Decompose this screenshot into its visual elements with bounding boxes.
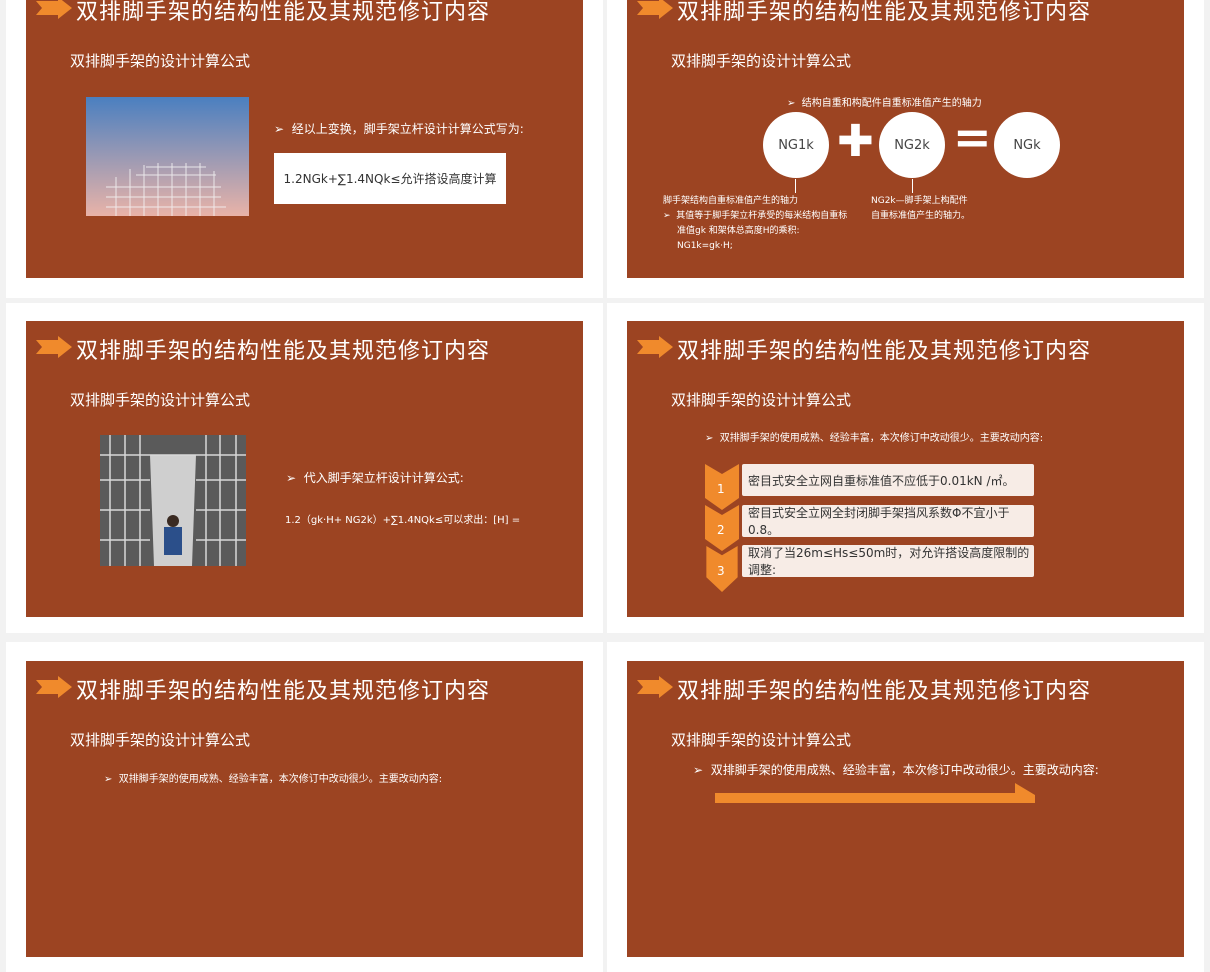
right-note-line2: 自重标准值产生的轴力。 — [871, 211, 971, 221]
slide-title: 双排脚手架的结构性能及其规范修订内容 — [76, 679, 491, 704]
slide-title: 双排脚手架的结构性能及其规范修订内容 — [677, 0, 1092, 25]
arrow-icon — [36, 0, 72, 19]
slide-title: 双排脚手架的结构性能及其规范修订内容 — [677, 339, 1092, 364]
bullet-text: ➢ 代入脚手架立杆设计计算公式: — [286, 471, 464, 485]
slide-title: 双排脚手架的结构性能及其规范修订内容 — [76, 339, 491, 364]
orange-arrow-banner — [715, 783, 1035, 803]
slide-thumbnail-6[interactable]: 双排脚手架的结构性能及其规范修订内容 双排脚手架的设计计算公式 ➢ 双排脚手架的… — [627, 661, 1184, 957]
step-number-2: 2 — [717, 523, 725, 537]
top-note: ➢ 结构自重和构配件自重标准值产生的轴力 — [787, 98, 982, 109]
slide-title: 双排脚手架的结构性能及其规范修订内容 — [677, 679, 1092, 704]
step-item-1: 密目式安全立网自重标准值不应低于0.01kN /㎡。 — [742, 464, 1034, 496]
left-note-line2: 准值gk 和架体总高度H的乘积: — [677, 226, 800, 236]
slide-thumbnail-4[interactable]: 双排脚手架的结构性能及其规范修订内容 双排脚手架的设计计算公式 ➢ 双排脚手架的… — [627, 321, 1184, 617]
bullet-text: ➢ 经以上变换，脚手架立杆设计计算公式写为: — [274, 122, 524, 136]
formula-text: 1.2（gk·H+ NG2k）+∑1.4NQk≤可以求出：[H] = — [285, 515, 521, 526]
bullet-text: ➢ 双排脚手架的使用成熟、经验丰富，本次修订中改动很少。主要改动内容: — [705, 433, 1044, 444]
left-note-line3: NG1k=gk·H; — [677, 241, 733, 251]
formula-box: 1.2NGk+∑1.4NQk≤允许搭设高度计算 — [274, 153, 506, 204]
bullet-text: ➢ 双排脚手架的使用成熟、经验丰富，本次修订中改动很少。主要改动内容: — [104, 774, 443, 785]
slide-subtitle: 双排脚手架的设计计算公式 — [671, 52, 852, 70]
circle-ng2k: NG2k — [879, 112, 945, 178]
arrow-icon — [637, 676, 673, 698]
slide-title: 双排脚手架的结构性能及其规范修订内容 — [76, 0, 491, 25]
scaffold-photo — [86, 97, 249, 216]
slide-thumbnail-3[interactable]: 双排脚手架的结构性能及其规范修订内容 双排脚手架的设计计算公式 ➢ 代入脚手架立… — [26, 321, 583, 617]
left-note: 脚手架结构自重标准值产生的轴力 ➢ 其值等于脚手架立杆承受的每米结构自重标 准值… — [663, 194, 847, 254]
arrow-icon — [36, 336, 72, 358]
arrow-icon — [637, 336, 673, 358]
arrow-down-1 — [795, 179, 796, 193]
right-note: NG2k—脚手架上构配件 自重标准值产生的轴力。 — [871, 194, 970, 224]
step-text-1: 密目式安全立网自重标准值不应低于0.01kN /㎡。 — [748, 473, 1015, 488]
arrow-down-2 — [912, 179, 913, 193]
step-item-3: 取消了当26m≤Hs≤50m时，对允许搭设高度限制的调整: — [742, 545, 1034, 577]
slide-subtitle: 双排脚手架的设计计算公式 — [70, 52, 251, 70]
equals-icon: = — [953, 110, 992, 164]
left-note-title: 脚手架结构自重标准值产生的轴力 — [663, 196, 799, 206]
slide-thumbnail-1[interactable]: 双排脚手架的结构性能及其规范修订内容 双排脚手架的设计计算公式 ➢ 经以上变换，… — [26, 0, 583, 278]
scaffold-corridor-photo — [100, 435, 246, 566]
step-text-3: 取消了当26m≤Hs≤50m时，对允许搭设高度限制的调整: — [748, 546, 1030, 577]
slide-subtitle: 双排脚手架的设计计算公式 — [70, 391, 251, 409]
plus-icon: ✚ — [837, 116, 874, 167]
circle-ng1k: NG1k — [763, 112, 829, 178]
circle-ngk: NGk — [994, 112, 1060, 178]
slide-thumbnail-5[interactable]: 双排脚手架的结构性能及其规范修订内容 双排脚手架的设计计算公式 ➢ 双排脚手架的… — [26, 661, 583, 957]
step-text-2: 密目式安全立网全封闭脚手架挡风系数Φ不宜小于0.8。 — [748, 506, 1010, 537]
slide-subtitle: 双排脚手架的设计计算公式 — [70, 731, 251, 749]
step-item-2: 密目式安全立网全封闭脚手架挡风系数Φ不宜小于0.8。 — [742, 505, 1034, 537]
slide-thumbnail-2[interactable]: 双排脚手架的结构性能及其规范修订内容 双排脚手架的设计计算公式 ➢ 结构自重和构… — [627, 0, 1184, 278]
arrow-icon — [36, 676, 72, 698]
formula-text: 1.2NGk+∑1.4NQk≤允许搭设高度计算 — [283, 172, 497, 186]
bullet-text: ➢ 双排脚手架的使用成熟、经验丰富，本次修订中改动很少。主要改动内容: — [693, 763, 1099, 777]
slide-subtitle: 双排脚手架的设计计算公式 — [671, 731, 852, 749]
slide-subtitle: 双排脚手架的设计计算公式 — [671, 391, 852, 409]
arrow-icon — [637, 0, 673, 19]
step-number-1: 1 — [717, 482, 725, 496]
step-number-3: 3 — [717, 564, 725, 578]
right-note-line1: NG2k—脚手架上构配件 — [871, 196, 968, 206]
